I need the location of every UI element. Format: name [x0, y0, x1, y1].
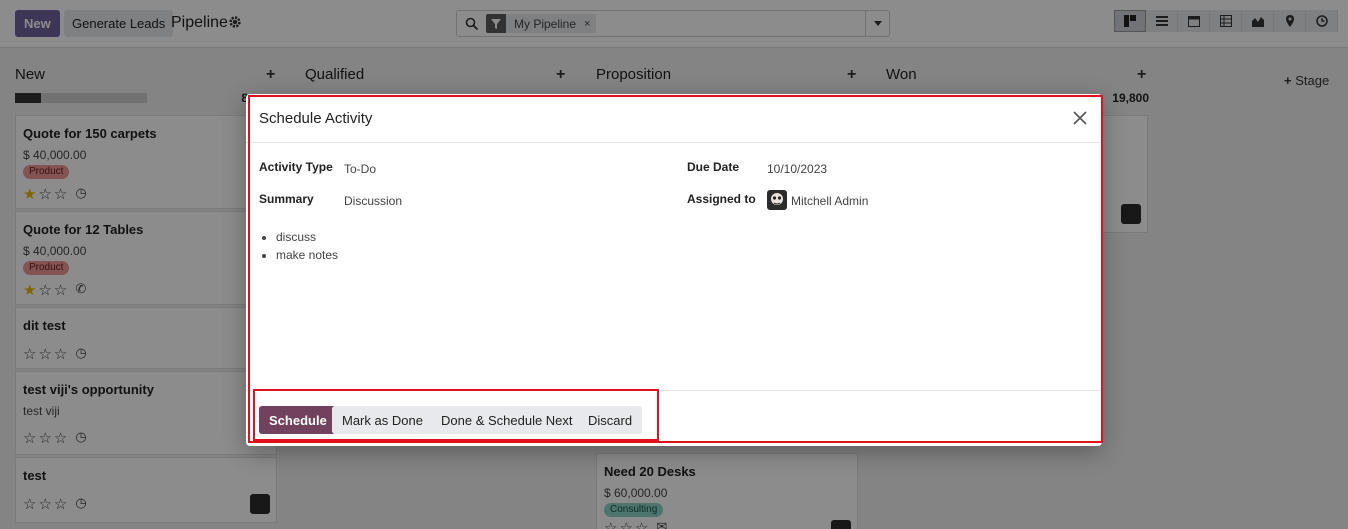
due-date-field[interactable]: 10/10/2023 — [767, 162, 827, 176]
discard-button[interactable]: Discard — [578, 406, 643, 434]
assigned-to-label: Assigned to — [687, 192, 756, 206]
summary-label: Summary — [259, 192, 314, 206]
dialog-footer: Schedule Mark as Done Done & Schedule Ne… — [246, 390, 1102, 446]
activity-type-field[interactable]: To-Do — [344, 162, 376, 176]
avatar — [767, 190, 787, 210]
assigned-to-field[interactable]: Mitchell Admin — [791, 194, 868, 208]
due-date-label: Due Date — [687, 160, 740, 174]
summary-field[interactable]: Discussion — [344, 194, 402, 208]
note-editor[interactable]: discuss make notes — [276, 228, 338, 264]
schedule-button[interactable]: Schedule — [259, 406, 337, 434]
done-schedule-next-button[interactable]: Done & Schedule Next — [431, 406, 583, 434]
mark-as-done-button[interactable]: Mark as Done — [332, 406, 433, 434]
dialog-header: Schedule Activity — [246, 94, 1102, 143]
note-item: make notes — [276, 246, 338, 264]
schedule-activity-dialog: Schedule Activity Activity Type To-Do Su… — [246, 94, 1102, 446]
close-icon[interactable] — [1072, 110, 1088, 126]
dialog-title: Schedule Activity — [259, 110, 373, 127]
note-item: discuss — [276, 228, 338, 246]
activity-type-label: Activity Type — [259, 160, 333, 174]
